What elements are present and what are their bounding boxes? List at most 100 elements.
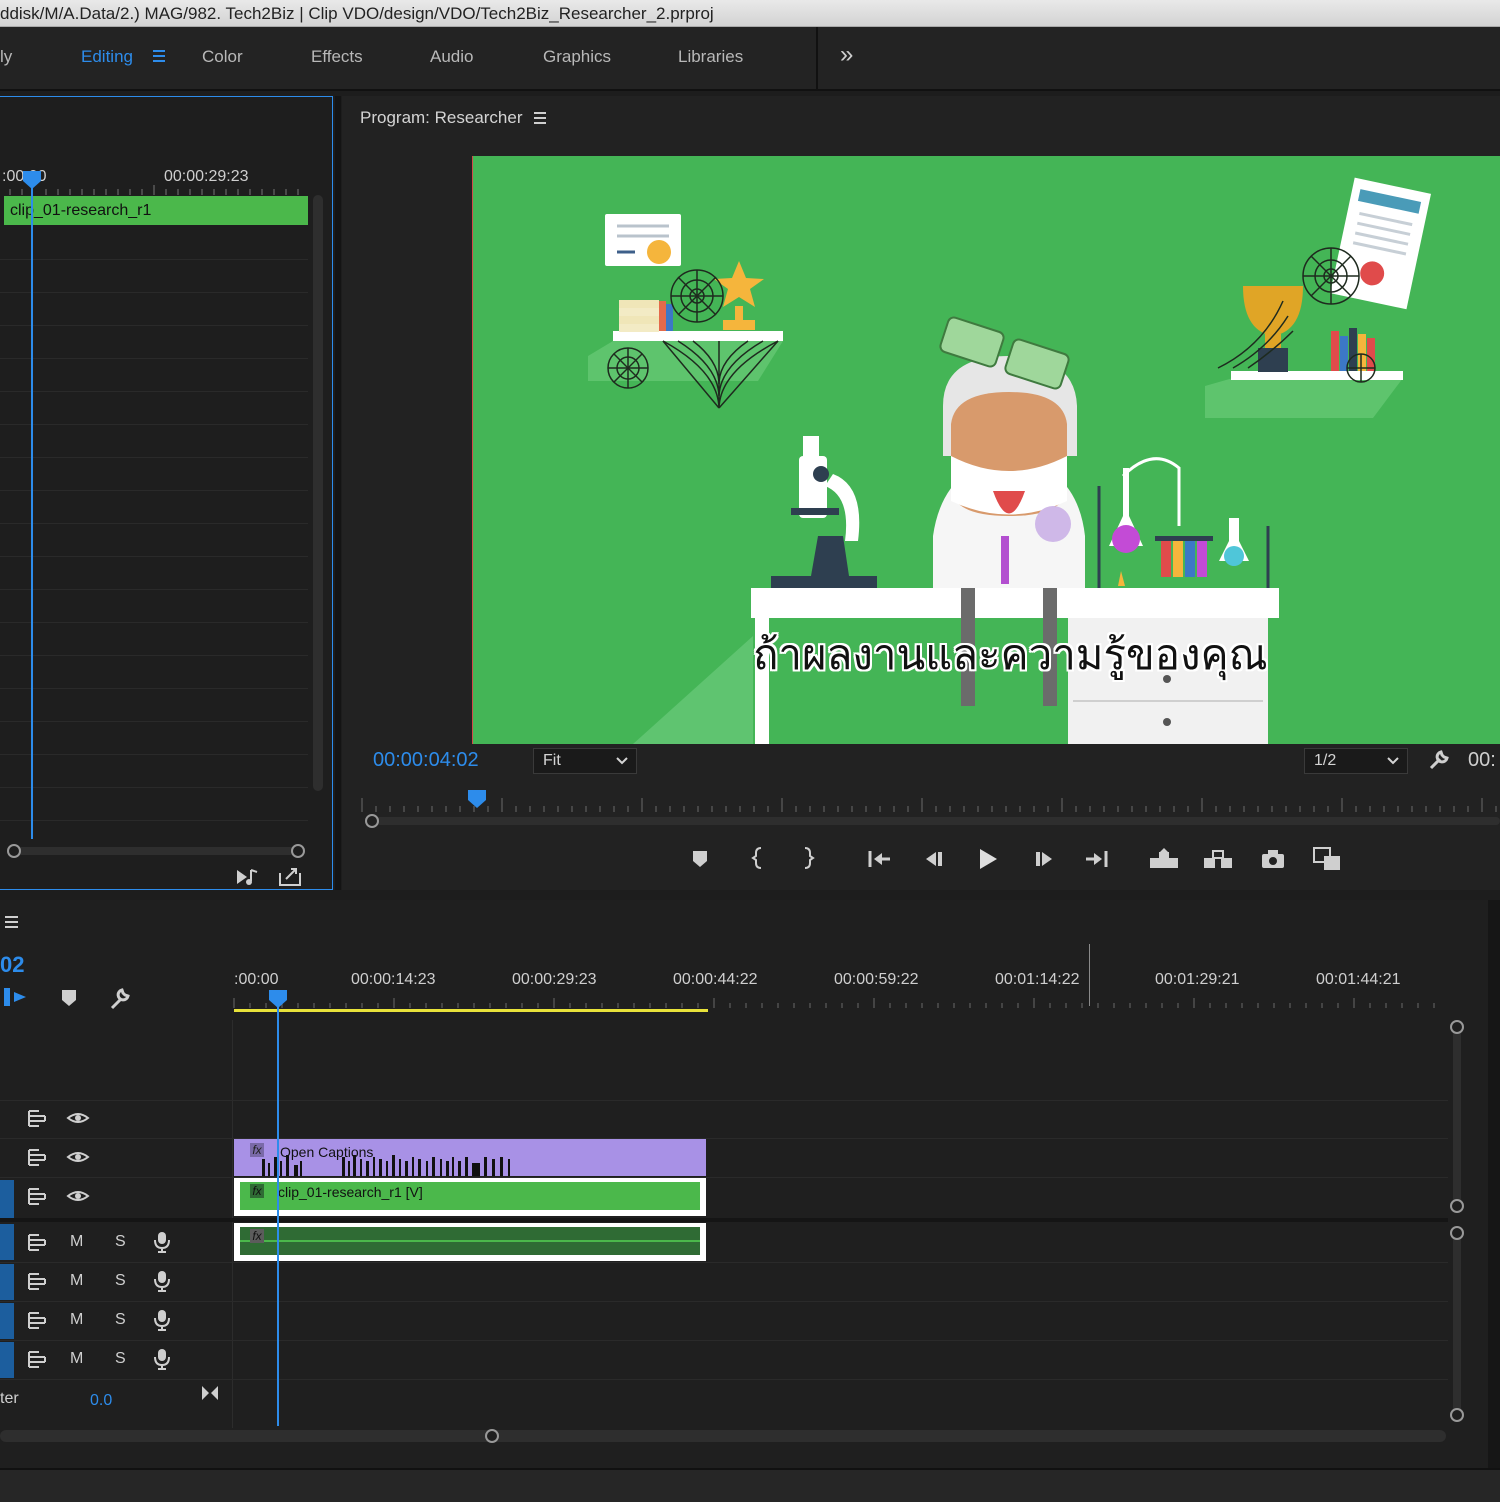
scroll-handle[interactable] — [1449, 1407, 1465, 1423]
caption-segments — [262, 1155, 510, 1176]
lift-icon[interactable] — [1148, 848, 1180, 870]
fx-badge: fx — [250, 1184, 264, 1198]
fx-badge: fx — [250, 1229, 264, 1243]
add-marker-icon[interactable] — [690, 848, 710, 870]
microphone-icon[interactable] — [152, 1269, 172, 1293]
microphone-icon[interactable] — [152, 1347, 172, 1371]
extract-icon[interactable] — [1202, 848, 1234, 870]
source-playhead-handle[interactable] — [22, 171, 42, 191]
chevron-down-icon — [616, 757, 628, 765]
sync-lock-icon[interactable] — [26, 1232, 48, 1252]
mute-button[interactable]: M — [70, 1350, 83, 1368]
track-target-v1[interactable] — [0, 1180, 14, 1218]
camera-export-frame-icon[interactable] — [1260, 848, 1286, 870]
mark-in-icon[interactable] — [750, 846, 766, 870]
scroll-handle[interactable] — [1449, 1019, 1465, 1035]
timeline-playhead-handle[interactable] — [268, 990, 288, 1010]
work-area-bar[interactable] — [234, 1009, 708, 1012]
audio-clip[interactable]: fx — [240, 1227, 700, 1255]
program-zoom-handle[interactable] — [364, 813, 380, 829]
sync-lock-icon[interactable] — [26, 1147, 48, 1167]
timeline-menu-icon[interactable] — [4, 914, 20, 930]
timeline-ruler[interactable] — [233, 996, 1446, 1008]
scroll-handle[interactable] — [1449, 1225, 1465, 1241]
eye-icon[interactable] — [66, 1149, 90, 1165]
track-target-a4[interactable] — [0, 1342, 14, 1378]
ruler-label: :00:00 — [234, 971, 279, 988]
source-zoom-handle-left[interactable] — [6, 843, 22, 859]
ruler-label: 00:00:44:22 — [673, 971, 758, 988]
video-tracks-scrollbar[interactable] — [1453, 1026, 1461, 1206]
program-zoom-scrollbar[interactable] — [372, 817, 1500, 825]
solo-button[interactable]: S — [115, 1272, 126, 1290]
ruler-label: 00:01:29:21 — [1155, 971, 1240, 988]
eye-icon[interactable] — [66, 1188, 90, 1204]
mark-out-icon[interactable] — [800, 846, 816, 870]
track-target-a3[interactable] — [0, 1303, 14, 1339]
zoom-level-dropdown[interactable]: Fit — [533, 748, 637, 774]
workspace-tab-color[interactable]: Color — [202, 47, 243, 67]
workspace-tab-audio[interactable]: Audio — [430, 47, 473, 67]
workspace-tab-effects[interactable]: Effects — [311, 47, 363, 67]
go-to-master-icon[interactable] — [200, 1384, 220, 1402]
workspace-tab-libraries[interactable]: Libraries — [678, 47, 743, 67]
video-clip[interactable]: fx clip_01-research_r1 [V] — [240, 1182, 700, 1210]
sync-lock-icon[interactable] — [26, 1310, 48, 1330]
solo-button[interactable]: S — [115, 1311, 126, 1329]
step-back-icon[interactable] — [922, 848, 946, 870]
mute-button[interactable]: M — [70, 1311, 83, 1329]
track-target-a1[interactable] — [0, 1224, 14, 1260]
caption-clip[interactable]: fx Open Captions — [234, 1139, 706, 1176]
workspace-menu-icon[interactable] — [151, 45, 167, 70]
insert-audio-icon[interactable] — [235, 867, 261, 887]
play-icon[interactable] — [976, 846, 1000, 872]
master-volume-value[interactable]: 0.0 — [90, 1392, 112, 1410]
ruler-label: 00:01:14:22 — [995, 971, 1080, 988]
track-target-a2[interactable] — [0, 1264, 14, 1300]
timeline-add-marker-icon[interactable] — [60, 988, 78, 1008]
workspace-tab-assembly[interactable]: ly — [0, 47, 12, 67]
sync-lock-icon[interactable] — [26, 1186, 48, 1206]
program-monitor-menu-icon[interactable] — [532, 110, 548, 126]
program-video-frame[interactable]: ถ้าผลงานและความรู้ของคุณ — [472, 156, 1500, 744]
workspace-tab-graphics[interactable]: Graphics — [543, 47, 611, 67]
source-vertical-scrollbar[interactable] — [313, 195, 323, 791]
video-clip-container[interactable]: fx clip_01-research_r1 [V] — [234, 1178, 706, 1216]
export-frame-icon[interactable] — [278, 865, 304, 887]
wrench-settings-icon[interactable] — [1427, 748, 1451, 772]
audio-waveform — [240, 1240, 700, 1242]
program-playhead-handle[interactable] — [467, 790, 487, 810]
mute-button[interactable]: M — [70, 1272, 83, 1290]
sync-lock-icon[interactable] — [26, 1349, 48, 1369]
solo-button[interactable]: S — [115, 1350, 126, 1368]
playback-resolution-dropdown[interactable]: 1/2 — [1304, 748, 1408, 774]
comparison-view-icon[interactable] — [1312, 846, 1344, 872]
snap-icon[interactable] — [2, 986, 28, 1008]
more-workspaces-button[interactable]: » — [840, 41, 853, 69]
timeline-current-timecode[interactable]: 02 — [0, 952, 24, 978]
timeline-zoom-handle[interactable] — [484, 1428, 500, 1444]
timeline-horizontal-scrollbar[interactable] — [0, 1430, 1446, 1442]
workspace-tab-editing[interactable]: Editing — [81, 47, 133, 67]
audio-clip-container[interactable]: fx — [234, 1223, 706, 1261]
microphone-icon[interactable] — [152, 1308, 172, 1332]
source-ruler[interactable] — [0, 185, 310, 195]
sync-lock-icon[interactable] — [26, 1271, 48, 1291]
program-time-ruler[interactable] — [361, 794, 1500, 812]
microphone-icon[interactable] — [152, 1230, 172, 1254]
audio-tracks-scrollbar[interactable] — [1453, 1232, 1461, 1415]
timeline-settings-wrench-icon[interactable] — [108, 986, 134, 1012]
source-clip-bar[interactable]: clip_01-research_r1 — [4, 196, 308, 225]
program-monitor-title[interactable]: Program: Researcher — [360, 108, 523, 128]
source-horizontal-scrollbar[interactable] — [14, 847, 298, 855]
program-current-timecode[interactable]: 00:00:04:02 — [373, 749, 479, 772]
sync-lock-icon[interactable] — [26, 1108, 48, 1128]
eye-icon[interactable] — [66, 1110, 90, 1126]
source-zoom-handle-right[interactable] — [290, 843, 306, 859]
go-to-out-icon[interactable] — [1084, 848, 1110, 870]
solo-button[interactable]: S — [115, 1233, 126, 1251]
go-to-in-icon[interactable] — [866, 848, 892, 870]
mute-button[interactable]: M — [70, 1233, 83, 1251]
scroll-handle[interactable] — [1449, 1198, 1465, 1214]
step-forward-icon[interactable] — [1032, 848, 1056, 870]
